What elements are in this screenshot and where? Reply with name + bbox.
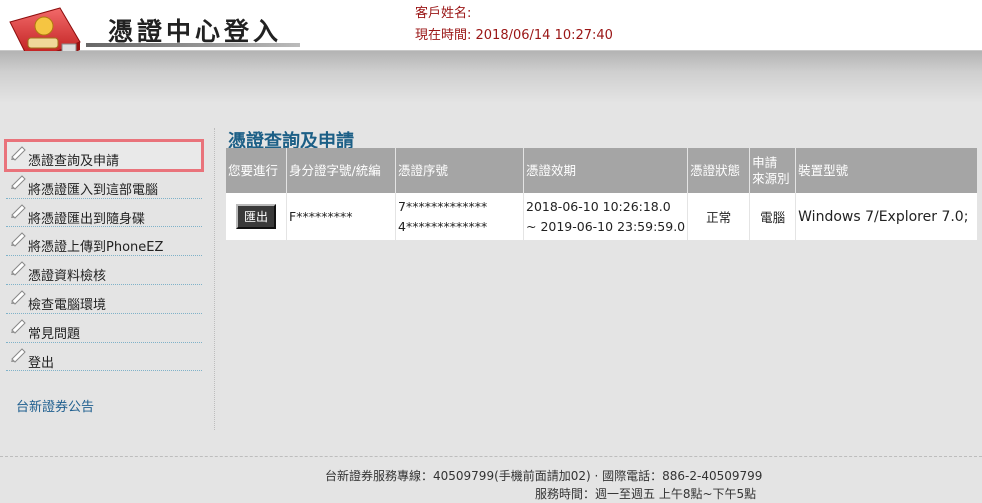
footer-hours-line: 服務時間：週一至週五 上午8點~下午5點 — [535, 487, 757, 501]
column-header-device: 裝置型號 — [795, 148, 978, 193]
sidebar-item-label: 常見問題 — [28, 326, 81, 342]
sidebar-item-label: 將憑證匯入到這部電腦 — [28, 182, 159, 198]
cell-validity: 2018-06-10 10:26:18.0 ~ 2019-06-10 23:59:… — [523, 193, 689, 240]
pencil-icon — [10, 145, 26, 165]
cell-serial: 7************* 4************* — [395, 193, 524, 240]
table-header-row: 您要進行 身分證字號/統編 憑證序號 憑證效期 憑證狀態 申請 來源別 裝置型號 — [226, 148, 978, 193]
column-header-action: 您要進行 — [226, 148, 287, 193]
pencil-icon — [10, 347, 26, 367]
column-header-source: 申請 來源別 — [749, 148, 797, 193]
announcement-link[interactable]: 台新證券公告 — [16, 396, 94, 415]
vertical-divider — [214, 128, 216, 430]
pencil-icon — [10, 289, 26, 309]
sidebar-item-faq[interactable]: 常見問題 — [6, 314, 202, 343]
sidebar-item-cert-query[interactable]: 憑證查詢及申請 — [4, 139, 204, 172]
export-button[interactable]: 匯出 — [236, 204, 277, 229]
header-shadow — [0, 51, 982, 103]
sidebar-menu: 憑證查詢及申請 將憑證匯入到這部電腦 將憑證匯出到隨身碟 將憑證上傳到Phone… — [0, 139, 206, 372]
pencil-icon — [10, 203, 26, 223]
sidebar-item-label: 將憑證上傳到PhoneEZ — [28, 240, 164, 256]
sidebar-item-label: 憑證查詢及申請 — [28, 154, 120, 169]
pencil-icon — [10, 260, 26, 280]
header-bar: 憑證中心登入 客戶姓名: 現在時間: 2018/06/14 10:27:40 — [0, 0, 982, 72]
pencil-icon — [10, 318, 26, 338]
current-time: 現在時間: 2018/06/14 10:27:40 — [415, 28, 613, 43]
pencil-icon — [10, 231, 26, 251]
column-header-serial: 憑證序號 — [395, 148, 524, 193]
pencil-icon — [10, 174, 26, 194]
cert-table: 您要進行 身分證字號/統編 憑證序號 憑證效期 憑證狀態 申請 來源別 裝置型號 … — [226, 148, 978, 240]
sidebar-item-import-cert[interactable]: 將憑證匯入到這部電腦 — [6, 170, 202, 199]
footer-divider — [0, 456, 982, 457]
sidebar-item-cert-check[interactable]: 憑證資料檢核 — [6, 256, 202, 285]
sidebar-item-export-usb[interactable]: 將憑證匯出到隨身碟 — [6, 199, 202, 228]
sidebar-item-upload-phoneez[interactable]: 將憑證上傳到PhoneEZ — [6, 227, 202, 257]
column-header-source-line2: 來源別 — [752, 170, 790, 186]
sidebar-item-label: 憑證資料檢核 — [28, 269, 107, 285]
title-underline — [86, 43, 300, 47]
sidebar-item-label: 登出 — [28, 355, 55, 371]
footer-service-line: 台新證券服務專線：40509799(手機前面請加02) · 國際電話：886-2… — [325, 469, 763, 483]
column-header-status: 憑證狀態 — [687, 148, 751, 193]
table-row: 匯出 F********* 7************* 4***********… — [226, 193, 978, 240]
validity-line-2: ~ 2019-06-10 23:59:59.0 — [526, 218, 686, 234]
sidebar-item-check-env[interactable]: 檢查電腦環境 — [6, 285, 202, 314]
cell-device: Windows 7/Explorer 7.0; — [795, 193, 978, 240]
cell-action: 匯出 — [226, 193, 287, 240]
validity-line-1: 2018-06-10 10:26:18.0 — [526, 198, 671, 214]
column-header-validity: 憑證效期 — [523, 148, 689, 193]
sidebar-item-label: 檢查電腦環境 — [28, 297, 107, 313]
serial-line-2: 4************* — [398, 218, 488, 234]
sidebar-item-logout[interactable]: 登出 — [6, 343, 202, 372]
cell-id: F********* — [286, 193, 396, 240]
column-header-source-line1: 申請 — [752, 154, 778, 170]
customer-name-label: 客戶姓名: — [415, 6, 472, 21]
sidebar-item-label: 將憑證匯出到隨身碟 — [28, 211, 146, 227]
cell-status: 正常 — [687, 193, 751, 240]
serial-line-1: 7************* — [398, 198, 488, 214]
cell-source: 電腦 — [749, 193, 797, 240]
column-header-id: 身分證字號/統編 — [286, 148, 396, 193]
